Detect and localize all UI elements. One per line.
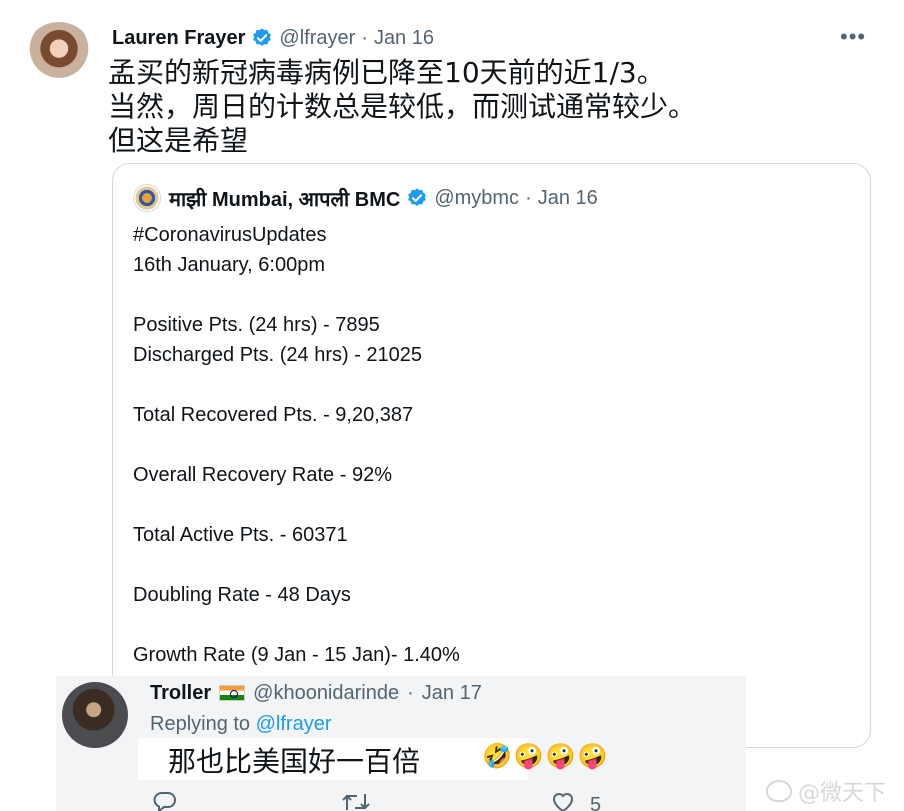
replying-to-mention[interactable]: @lfrayer: [256, 713, 332, 735]
like-icon[interactable]: [550, 790, 576, 811]
reply-date[interactable]: Jan 17: [422, 682, 482, 705]
quoted-text-line: Total Active Pts. - 60371: [133, 524, 348, 546]
quoted-text-line: Positive Pts. (24 hrs) - 7895: [133, 314, 380, 336]
quoted-text-line: Discharged Pts. (24 hrs) - 21025: [133, 344, 423, 366]
watermark: @微天下: [766, 776, 886, 806]
quoted-text-line: [133, 550, 833, 580]
tweet-date[interactable]: Jan 16: [374, 27, 434, 50]
reply-tweet[interactable]: Troller @khoonidarinde · Jan 17 Replying…: [56, 676, 746, 811]
quoted-author-handle: @mybmc: [434, 186, 520, 209]
quoted-author-name: माझी Mumbai, आपली BMC: [169, 188, 401, 211]
quoted-text-line: [133, 490, 833, 520]
reply-header: Troller @khoonidarinde · Jan 17: [150, 680, 482, 706]
quoted-text-line: [133, 370, 833, 400]
reply-icon[interactable]: [152, 790, 178, 811]
verified-badge-icon: [253, 28, 272, 46]
replying-to: Replying to @lfrayer: [150, 713, 332, 736]
retweet-icon[interactable]: [340, 790, 372, 811]
quoted-text-line: Doubling Rate - 48 Days: [133, 584, 351, 606]
quoted-text-line: [133, 430, 833, 460]
reply-author-name[interactable]: Troller: [150, 682, 211, 705]
author-handle[interactable]: @lfrayer: [279, 27, 355, 50]
like-count: 5: [590, 794, 602, 811]
quoted-tweet-text: #CoronavirusUpdates 16th January, 6:00pm…: [133, 220, 833, 670]
watermark-text: @微天下: [798, 781, 887, 806]
weibo-icon: [766, 780, 792, 802]
quoted-text-line: 16th January, 6:00pm: [133, 254, 325, 276]
quoted-author-avatar: [133, 184, 161, 212]
tweet-text-line: 孟买的新冠病毒病例已降至10天前的近1/3。: [108, 56, 665, 89]
reply-text: 那也比美国好一百倍: [168, 745, 421, 778]
quoted-text-line: [133, 610, 833, 640]
tweet: Lauren Frayer @lfrayer · Jan 16 ••• 孟买的新…: [0, 0, 904, 811]
author-avatar[interactable]: [24, 22, 94, 92]
tweet-header: Lauren Frayer @lfrayer · Jan 16: [112, 24, 434, 52]
more-options-icon[interactable]: •••: [840, 24, 866, 50]
author-name[interactable]: Lauren Frayer: [112, 27, 245, 50]
quoted-text-line: Overall Recovery Rate - 92%: [133, 464, 392, 486]
india-flag-icon: [219, 685, 246, 701]
verified-badge-icon: [408, 188, 427, 206]
quoted-text-line: [133, 280, 833, 310]
separator-dot: ·: [525, 186, 532, 209]
replying-to-prefix: Replying to: [150, 713, 256, 735]
tweet-text-line: 当然，周日的计数总是较低，而测试通常较少。: [108, 90, 697, 123]
separator-dot: ·: [361, 26, 368, 49]
reply-emojis: 🤣🤪🤪🤪: [482, 743, 610, 770]
reply-author-avatar[interactable]: [62, 682, 128, 748]
quoted-text-line: Total Recovered Pts. - 9,20,387: [133, 404, 414, 426]
reply-author-handle[interactable]: @khoonidarinde: [253, 682, 399, 705]
quoted-tweet[interactable]: माझी Mumbai, आपली BMC @mybmc · Jan 16 #C…: [112, 163, 871, 748]
quoted-tweet-date: Jan 16: [537, 186, 598, 209]
reply-actions: 5: [150, 790, 630, 811]
quoted-tweet-header: माझी Mumbai, आपली BMC @mybmc · Jan 16: [169, 184, 598, 212]
tweet-text-line: 但这是希望: [108, 124, 249, 157]
quoted-text-line: #CoronavirusUpdates: [133, 224, 327, 246]
separator-dot: ·: [407, 681, 414, 704]
quoted-text-line: Growth Rate (9 Jan - 15 Jan)- 1.40%: [133, 644, 460, 666]
tweet-text: 孟买的新冠病毒病例已降至10天前的近1/3。 当然，周日的计数总是较低，而测试通…: [108, 56, 808, 158]
